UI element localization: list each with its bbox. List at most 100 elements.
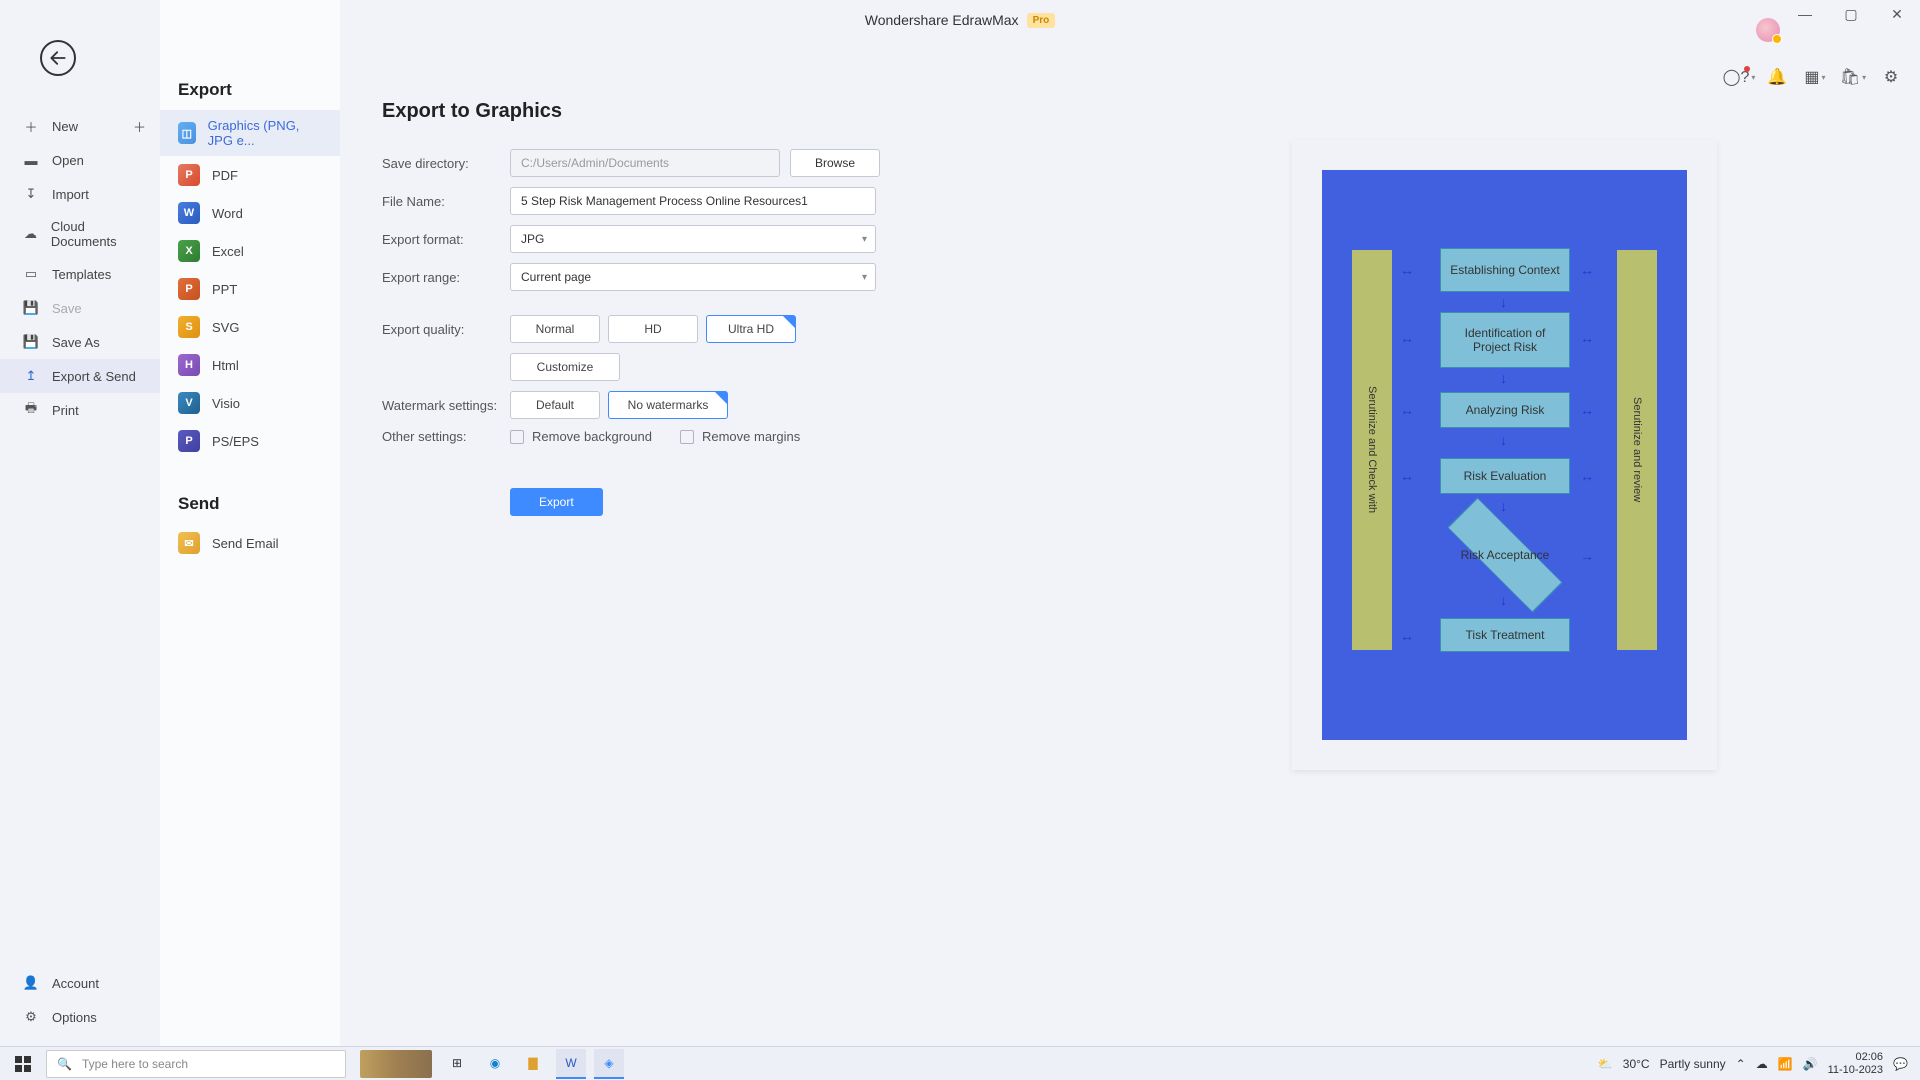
weather-desc[interactable]: Partly sunny	[1660, 1057, 1726, 1071]
watermark-default[interactable]: Default	[510, 391, 600, 419]
sidebar-label: Save As	[52, 335, 100, 350]
folder-icon: ▬	[22, 151, 40, 169]
diamond-label: Risk Acceptance	[1461, 548, 1550, 562]
edge-icon[interactable]: ◉	[480, 1049, 510, 1079]
sidebar-item-print[interactable]: 🖶Print	[0, 393, 160, 427]
arrow-icon: ↔	[1400, 468, 1410, 484]
arrow-icon: ↔	[1580, 468, 1590, 484]
select-value: JPG	[521, 232, 544, 246]
account-icon: 👤	[22, 974, 40, 992]
browse-button[interactable]: Browse	[790, 149, 880, 177]
export-type-html[interactable]: HHtml	[160, 346, 340, 384]
sidebar-item-cloud[interactable]: ☁Cloud Documents	[0, 211, 160, 257]
plus-icon[interactable]: ＋	[133, 117, 146, 136]
export-button[interactable]: Export	[510, 488, 603, 516]
weather-temp[interactable]: 30°C	[1623, 1057, 1650, 1071]
task-view-icon[interactable]: ⊞	[442, 1049, 472, 1079]
sidebar-item-templates[interactable]: ▭Templates	[0, 257, 160, 291]
savedir-input	[510, 149, 780, 177]
watermark-label: Watermark settings:	[382, 398, 510, 413]
export-type-ppt[interactable]: P PPT	[160, 270, 340, 308]
sidebar-item-account[interactable]: 👤Account	[0, 966, 160, 1000]
page-title: Export to Graphics	[382, 100, 1860, 123]
sidebar-item-options[interactable]: ⚙Options	[0, 1000, 160, 1034]
quality-customize[interactable]: Customize	[510, 353, 620, 381]
onedrive-icon[interactable]: ☁	[1756, 1057, 1768, 1071]
quality-uhd[interactable]: Ultra HD	[706, 315, 796, 343]
news-widget-image[interactable]	[360, 1050, 432, 1078]
edrawmax-icon[interactable]: ◈	[594, 1049, 624, 1079]
remove-bg-checkbox[interactable]: Remove background	[510, 429, 652, 444]
export-type-label: PS/EPS	[212, 434, 259, 449]
quality-label: Export quality:	[382, 322, 510, 337]
sidebar-item-export-send[interactable]: ↥ Export & Send	[0, 359, 160, 393]
export-section-title: Export	[160, 70, 340, 110]
export-type-ps[interactable]: PPS/EPS	[160, 422, 340, 460]
checkbox-box	[680, 430, 694, 444]
svg-icon: S	[178, 316, 200, 338]
export-type-word[interactable]: W Word	[160, 194, 340, 232]
send-section-title: Send	[160, 484, 340, 524]
notifications-icon[interactable]: 💬	[1893, 1057, 1908, 1071]
explorer-icon[interactable]: ▇	[518, 1049, 548, 1079]
flow-box-3: Analyzing Risk	[1440, 392, 1570, 428]
export-type-graphics[interactable]: ◫Graphics (PNG, JPG e...	[160, 110, 340, 156]
back-button[interactable]	[40, 40, 76, 76]
checkbox-label: Remove background	[532, 429, 652, 444]
sidebar-item-saveas[interactable]: 💾Save As	[0, 325, 160, 359]
export-icon: ↥	[22, 367, 40, 385]
checkbox-label: Remove margins	[702, 429, 800, 444]
arrow-down-icon: ↓	[1500, 294, 1507, 310]
email-icon: ✉	[178, 532, 200, 554]
back-arrow-icon	[48, 48, 68, 68]
tray-chevron-icon[interactable]: ⌃	[1736, 1057, 1746, 1071]
excel-icon: X	[178, 240, 200, 262]
ppt-icon: P	[178, 278, 200, 300]
arrow-icon: ↔	[1400, 262, 1410, 278]
save-icon: 💾	[22, 299, 40, 317]
export-type-excel[interactable]: XExcel	[160, 232, 340, 270]
new-icon: ＋	[22, 117, 40, 135]
clock-date: 11-10-2023	[1828, 1064, 1883, 1076]
sidebar-item-import[interactable]: ↧Import	[0, 177, 160, 211]
flow-box-1: Establishing Context	[1440, 248, 1570, 292]
remove-margins-checkbox[interactable]: Remove margins	[680, 429, 800, 444]
export-type-label: Visio	[212, 396, 240, 411]
search-icon: 🔍	[57, 1057, 72, 1071]
visio-icon: V	[178, 392, 200, 414]
watermark-none[interactable]: No watermarks	[608, 391, 728, 419]
other-label: Other settings:	[382, 429, 510, 444]
export-type-svg[interactable]: S SVG	[160, 308, 340, 346]
filename-input[interactable]	[510, 187, 876, 215]
sidebar-label: Import	[52, 187, 89, 202]
export-type-label: PPT	[212, 282, 237, 297]
volume-icon[interactable]: 🔊	[1803, 1057, 1818, 1071]
export-type-pdf[interactable]: PPDF	[160, 156, 340, 194]
word-icon: W	[178, 202, 200, 224]
sidebar-item-new[interactable]: ＋New＋	[0, 109, 160, 143]
clock-time: 02:06	[1828, 1051, 1883, 1063]
wifi-icon[interactable]: 📶	[1778, 1057, 1793, 1071]
flow-sidebar-right: Serutinize and review	[1617, 250, 1657, 650]
range-select[interactable]: Current page	[510, 263, 876, 291]
word-icon[interactable]: W	[556, 1049, 586, 1079]
weather-icon[interactable]: ⛅	[1598, 1057, 1613, 1071]
export-type-visio[interactable]: V Visio	[160, 384, 340, 422]
cloud-icon: ☁	[22, 225, 39, 243]
export-type-label: Word	[212, 206, 243, 221]
flow-box-6: Tisk Treatment	[1440, 618, 1570, 652]
quality-hd[interactable]: HD	[608, 315, 698, 343]
gear-icon: ⚙	[22, 1008, 40, 1026]
send-label: Send Email	[212, 536, 278, 551]
export-type-label: SVG	[212, 320, 239, 335]
savedir-label: Save directory:	[382, 156, 510, 171]
send-email[interactable]: ✉ Send Email	[160, 524, 340, 562]
quality-normal[interactable]: Normal	[510, 315, 600, 343]
start-button[interactable]	[0, 1047, 46, 1080]
sidebar-item-open[interactable]: ▬Open	[0, 143, 160, 177]
clock[interactable]: 02:06 11-10-2023	[1828, 1051, 1883, 1075]
format-select[interactable]: JPG	[510, 225, 876, 253]
file-sidebar: ＋New＋ ▬Open ↧Import ☁Cloud Documents ▭Te…	[0, 109, 160, 1046]
taskbar-search[interactable]: 🔍Type here to search	[46, 1050, 346, 1078]
sidebar-label: Export & Send	[52, 369, 136, 384]
